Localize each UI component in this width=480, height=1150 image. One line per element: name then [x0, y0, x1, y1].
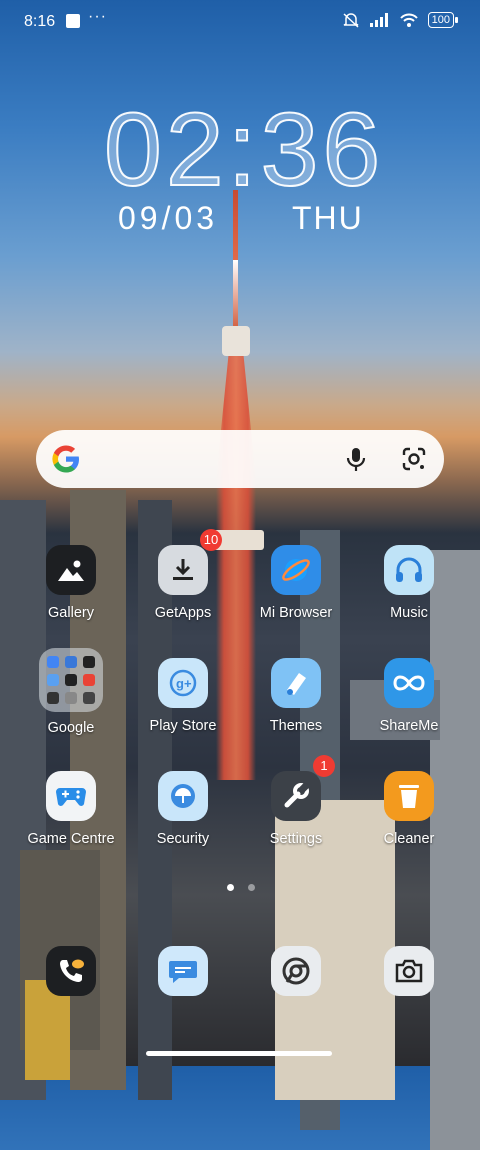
notification-badge: 1 — [313, 755, 335, 777]
more-notifications-icon: ··· — [88, 8, 107, 25]
app-label: Music — [390, 605, 428, 621]
app-label: ShareMe — [379, 718, 439, 734]
app-settings[interactable]: 1 Settings — [240, 755, 352, 847]
microphone-icon[interactable] — [342, 445, 370, 473]
cleaner-icon — [384, 771, 434, 821]
settings-icon: 1 — [271, 755, 335, 821]
app-themes[interactable]: Themes — [240, 658, 352, 734]
notification-badge: 10 — [200, 529, 222, 551]
security-icon — [158, 771, 208, 821]
app-label: Security — [156, 831, 210, 847]
shareme-icon — [384, 658, 434, 708]
google-folder-icon — [39, 648, 103, 712]
app-gallery[interactable]: Gallery — [15, 545, 127, 621]
date-text: 09/03 — [118, 200, 219, 236]
app-label: Mi Browser — [259, 605, 333, 621]
music-icon — [384, 545, 434, 595]
clock-widget[interactable]: 02:36 — [103, 97, 384, 203]
app-label: Themes — [269, 718, 323, 734]
game-centre-icon — [46, 771, 96, 821]
app-security[interactable]: Security — [127, 771, 239, 847]
wallpaper-tower-mast — [233, 190, 238, 330]
app-label: Play Store — [149, 718, 217, 734]
google-search-bar[interactable] — [36, 430, 444, 488]
getapps-icon: 10 — [158, 529, 222, 595]
home-gesture-bar[interactable] — [146, 1051, 332, 1056]
mute-vibrate-icon — [343, 13, 359, 28]
status-time: 8:16 — [24, 13, 56, 30]
app-getapps[interactable]: 10 GetApps — [127, 529, 239, 621]
status-bar: 8:16 ··· 100 — [0, 0, 480, 44]
dock-phone[interactable] — [15, 946, 127, 996]
dock-camera[interactable] — [353, 946, 465, 996]
gallery-icon — [46, 545, 96, 595]
wallpaper-tower-deck — [222, 326, 250, 356]
app-music[interactable]: Music — [353, 545, 465, 621]
app-mi-browser[interactable]: Mi Browser — [240, 545, 352, 621]
dock-messages[interactable] — [127, 946, 239, 996]
app-label: Google — [47, 720, 95, 736]
app-label: Game Centre — [27, 831, 115, 847]
google-g-icon — [52, 445, 79, 473]
wifi-icon — [399, 13, 418, 27]
battery-icon: 100 — [427, 12, 459, 28]
app-play-store[interactable]: g+ Play Store — [127, 658, 239, 734]
svg-text:g+: g+ — [176, 676, 192, 691]
folder-google[interactable]: Google — [15, 648, 127, 736]
messages-icon — [158, 946, 208, 996]
app-cleaner[interactable]: Cleaner — [353, 771, 465, 847]
page-dot — [248, 884, 255, 891]
page-dot-active — [227, 884, 234, 891]
app-label: Settings — [269, 831, 323, 847]
play-store-icon: g+ — [158, 658, 208, 708]
app-label: GetApps — [154, 605, 212, 621]
status-icons: 100 — [342, 12, 459, 28]
app-label: Cleaner — [383, 831, 435, 847]
chrome-icon — [271, 946, 321, 996]
app-game-centre[interactable]: Game Centre — [15, 771, 127, 847]
notification-icon — [66, 14, 80, 28]
signal-icon — [369, 13, 388, 27]
app-label: Gallery — [48, 605, 94, 621]
themes-icon — [271, 658, 321, 708]
camera-icon — [384, 946, 434, 996]
phone-icon — [46, 946, 96, 996]
app-shareme[interactable]: ShareMe — [353, 658, 465, 734]
mi-browser-icon — [271, 545, 321, 595]
page-indicator[interactable] — [227, 884, 255, 891]
dock-chrome[interactable] — [240, 946, 352, 996]
weekday-text: THU — [292, 200, 364, 236]
google-lens-icon[interactable] — [400, 445, 428, 473]
